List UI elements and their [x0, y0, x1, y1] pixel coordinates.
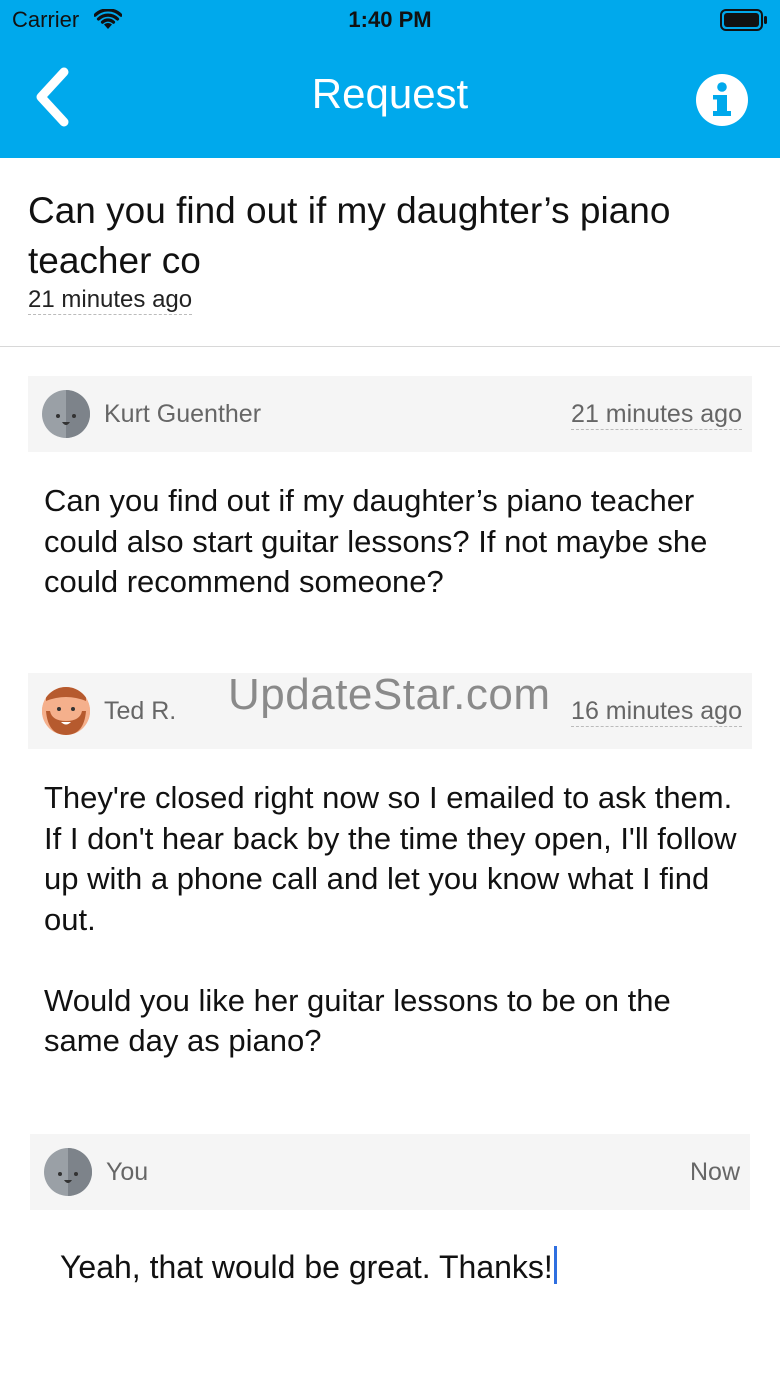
info-circle-icon	[696, 74, 748, 126]
default-avatar-icon	[58, 1148, 92, 1196]
status-time: 1:40 PM	[348, 7, 432, 32]
message-author: Kurt Guenther	[104, 400, 262, 428]
message-author: You	[106, 1158, 149, 1186]
request-title: Can you find out if my daughter’s piano …	[28, 190, 671, 281]
message-body: They're closed right now so I emailed to…	[44, 780, 737, 1058]
request-timestamp: 21 minutes ago	[28, 286, 193, 315]
avatar	[44, 1148, 92, 1196]
message-author: Ted R.	[104, 697, 177, 725]
avatar	[42, 687, 90, 735]
default-avatar-icon	[56, 390, 90, 438]
info-button[interactable]	[694, 72, 750, 128]
message-body: Can you find out if my daughter’s piano …	[44, 483, 717, 599]
page-title: Request	[311, 70, 469, 117]
text-cursor	[553, 1246, 557, 1284]
watermark: UpdateStar.com	[228, 670, 551, 719]
message-header: Kurt Guenther 21 minutes ago	[28, 376, 752, 452]
divider	[0, 346, 780, 347]
reply-input[interactable]: Yeah, that would be great. Thanks!	[60, 1246, 750, 1286]
message-header: You Now	[30, 1134, 750, 1210]
battery-icon	[720, 9, 767, 31]
screen: Carrier 1:40 PM Request Can you find out…	[0, 0, 780, 1387]
navigation-bar: Carrier 1:40 PM Request	[0, 0, 780, 158]
message-timestamp: 21 minutes ago	[571, 400, 742, 430]
bearded-man-avatar-icon	[42, 687, 90, 735]
avatar	[42, 390, 90, 438]
message-timestamp: 16 minutes ago	[571, 697, 742, 727]
status-bar: Carrier 1:40 PM	[0, 0, 780, 40]
message-timestamp: Now	[689, 1158, 740, 1186]
reply-text: Yeah, that would be great. Thanks!	[60, 1249, 553, 1285]
